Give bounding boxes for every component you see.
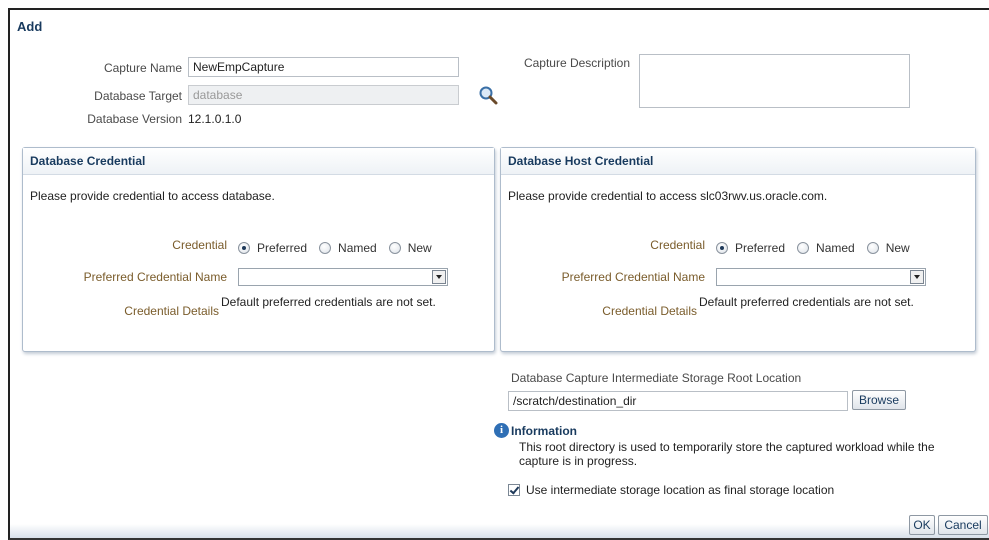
- radio-label-preferred: Preferred: [257, 241, 308, 255]
- panel-title: Database Credential: [30, 154, 146, 168]
- credential-details-label: Credential Details: [602, 304, 697, 318]
- information-text: This root directory is used to temporari…: [519, 440, 935, 468]
- radio-new[interactable]: [388, 242, 401, 254]
- cancel-button[interactable]: Cancel: [938, 515, 988, 535]
- database-version-label: Database Version: [87, 112, 182, 126]
- credential-details-label: Credential Details: [124, 304, 219, 318]
- preferred-credential-name-select[interactable]: [238, 268, 448, 286]
- panel-prompt: Please provide credential to access slc0…: [508, 189, 828, 203]
- credential-details-value: Default preferred credentials are not se…: [699, 295, 914, 309]
- information-title: Information: [511, 424, 577, 438]
- ok-button[interactable]: OK: [909, 515, 935, 535]
- panel-header: Database Host Credential: [501, 148, 975, 175]
- browse-button[interactable]: Browse: [852, 390, 906, 410]
- capture-description-textarea[interactable]: [639, 54, 910, 108]
- radio-preferred[interactable]: [238, 242, 250, 254]
- credential-label: Credential: [650, 238, 705, 252]
- database-version-value: 12.1.0.1.0: [188, 112, 242, 126]
- panel-title: Database Host Credential: [508, 154, 654, 168]
- final-storage-checkbox[interactable]: [508, 484, 520, 496]
- radio-label-preferred: Preferred: [735, 241, 786, 255]
- capture-description-label: Capture Description: [523, 56, 630, 70]
- dialog-footer: [10, 524, 989, 538]
- radio-named[interactable]: [797, 242, 810, 254]
- panel-prompt: Please provide credential to access data…: [30, 189, 275, 203]
- storage-location-label: Database Capture Intermediate Storage Ro…: [511, 371, 802, 385]
- radio-new[interactable]: [866, 242, 879, 254]
- database-target-label: Database Target: [94, 89, 182, 103]
- credential-details-value: Default preferred credentials are not se…: [221, 295, 436, 309]
- database-host-credential-panel: Database Host Credential Please provide …: [500, 147, 976, 352]
- radio-label-named: Named: [816, 241, 855, 255]
- radio-preferred[interactable]: [716, 242, 728, 254]
- add-capture-dialog: Add Capture Name Database Target databas…: [8, 8, 989, 540]
- capture-name-label: Capture Name: [103, 61, 182, 75]
- panel-header: Database Credential: [23, 148, 494, 175]
- preferred-credential-name-select[interactable]: [716, 268, 926, 286]
- final-storage-checkbox-label: Use intermediate storage location as fin…: [526, 483, 835, 497]
- credential-radio-group: Preferred Named New: [716, 241, 922, 255]
- radio-label-new: New: [885, 241, 910, 255]
- database-credential-panel: Database Credential Please provide crede…: [22, 147, 495, 352]
- credential-radio-group: Preferred Named New: [238, 241, 444, 255]
- preferred-credential-name-label: Preferred Credential Name: [83, 270, 227, 284]
- capture-name-input[interactable]: [188, 57, 459, 77]
- preferred-credential-name-label: Preferred Credential Name: [561, 270, 705, 284]
- magnifier-icon[interactable]: [478, 85, 498, 105]
- chevron-down-icon[interactable]: [910, 270, 924, 284]
- info-icon: i: [494, 423, 509, 438]
- dialog-title: Add: [17, 19, 43, 34]
- database-target-field: database: [188, 85, 459, 105]
- radio-label-new: New: [407, 241, 432, 255]
- credential-label: Credential: [172, 238, 227, 252]
- radio-named[interactable]: [319, 242, 332, 254]
- storage-path-input[interactable]: [508, 391, 848, 411]
- radio-label-named: Named: [338, 241, 377, 255]
- chevron-down-icon[interactable]: [432, 270, 446, 284]
